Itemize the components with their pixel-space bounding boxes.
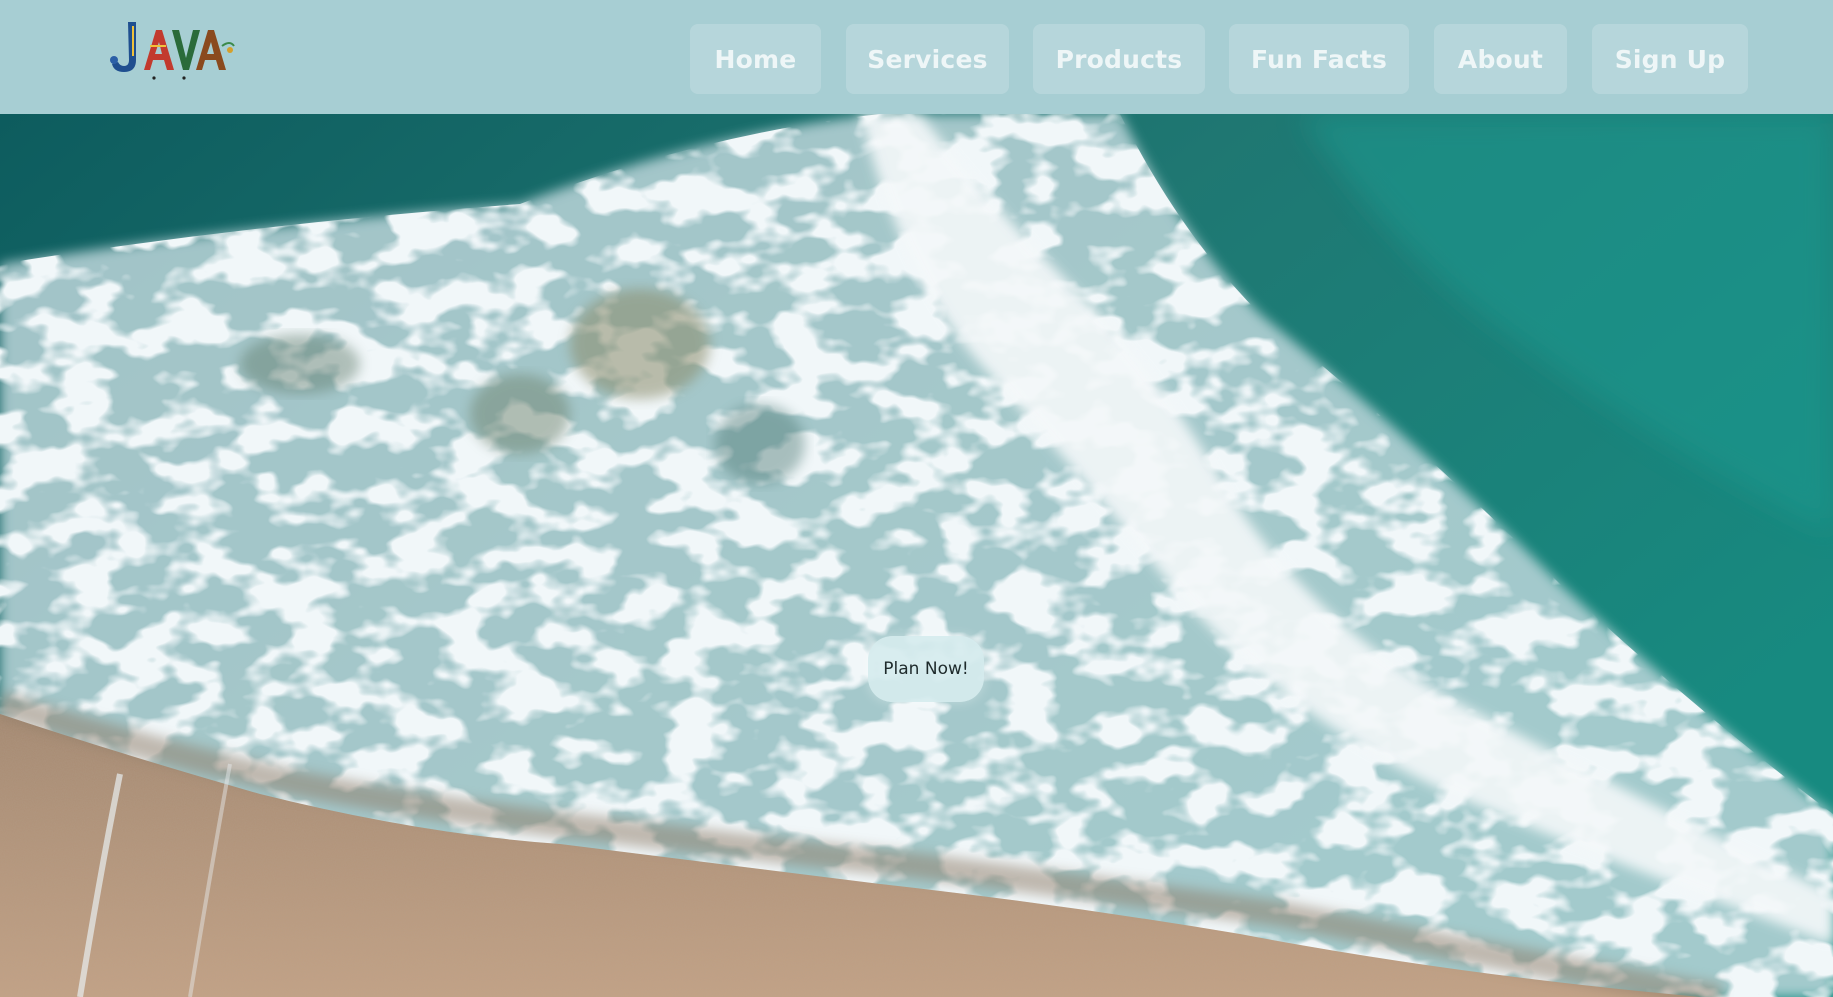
nav-products-button[interactable]: Products [1033, 24, 1205, 94]
nav-about-button[interactable]: About [1434, 24, 1567, 94]
plan-now-button[interactable]: Plan Now! [868, 636, 984, 702]
site-header: Home Services Products Fun Facts About S… [0, 0, 1833, 114]
nav-home-button[interactable]: Home [690, 24, 821, 94]
logo-image [110, 22, 235, 80]
nav-sign-up-button[interactable]: Sign Up [1592, 24, 1748, 94]
nav-services-button[interactable]: Services [846, 24, 1009, 94]
java-oasis-logo[interactable] [106, 16, 236, 92]
ocean-waves-background-image [0, 114, 1833, 997]
nav-fun-facts-button[interactable]: Fun Facts [1229, 24, 1409, 94]
hero-section: Plan Now! [0, 114, 1833, 997]
main-nav: Home Services Products Fun Facts About S… [690, 24, 1748, 94]
